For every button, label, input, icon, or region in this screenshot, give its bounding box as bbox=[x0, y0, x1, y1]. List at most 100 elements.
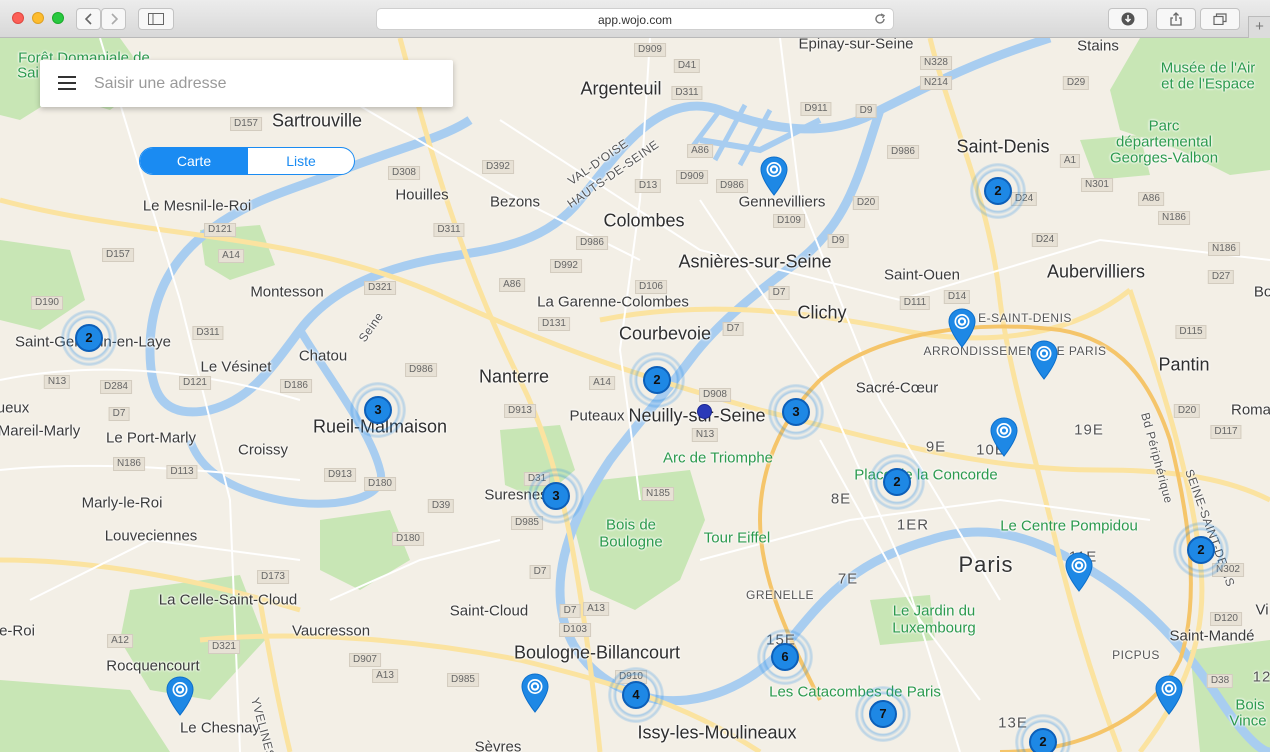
road-shield: D986 bbox=[405, 363, 437, 377]
road-shield: N13 bbox=[43, 375, 71, 389]
map-label: Croissy bbox=[237, 441, 289, 459]
new-tab-button[interactable]: + bbox=[1248, 16, 1270, 38]
marker-cluster[interactable]: 2 bbox=[1173, 522, 1229, 578]
map-label: La Celle-Saint-Cloud bbox=[158, 591, 298, 609]
road-shield: D121 bbox=[204, 223, 236, 237]
marker-cluster[interactable]: 3 bbox=[350, 382, 406, 438]
cluster-count: 2 bbox=[984, 177, 1012, 205]
downloads-button[interactable] bbox=[1108, 8, 1148, 30]
road-shield: A86 bbox=[687, 144, 713, 158]
marker-cluster[interactable]: 4 bbox=[608, 667, 664, 723]
road-shield: D311 bbox=[433, 223, 465, 237]
road-shield: D7 bbox=[559, 604, 581, 618]
map-label: départemental bbox=[1116, 133, 1212, 151]
marker-cluster[interactable]: 3 bbox=[528, 468, 584, 524]
marker-cluster[interactable]: 3 bbox=[768, 384, 824, 440]
browser-toolbar: app.wojo.com + bbox=[0, 0, 1270, 38]
road-shield: N185 bbox=[642, 487, 674, 501]
road-shield: D131 bbox=[538, 317, 570, 331]
address-bar[interactable]: app.wojo.com bbox=[376, 8, 894, 30]
map-label: Les Catacombes de Paris bbox=[769, 683, 941, 701]
road-shield: D111 bbox=[899, 296, 931, 310]
close-window-button[interactable] bbox=[12, 12, 24, 24]
location-pin-icon[interactable] bbox=[990, 417, 1018, 457]
map-label: PICPUS bbox=[1112, 648, 1160, 662]
location-pin-icon[interactable] bbox=[948, 308, 976, 348]
road-shield: N186 bbox=[113, 457, 145, 471]
location-pin-icon[interactable] bbox=[760, 156, 788, 196]
map-label: Parc bbox=[1148, 117, 1180, 135]
map-label: Boulogne-Billancourt bbox=[513, 642, 681, 663]
cluster-count: 3 bbox=[782, 398, 810, 426]
location-pin-icon[interactable] bbox=[1030, 340, 1058, 380]
location-pin-icon[interactable] bbox=[166, 676, 194, 716]
marker-cluster[interactable]: 6 bbox=[757, 629, 813, 685]
location-pin-icon[interactable] bbox=[1065, 552, 1093, 592]
map-label: Epinay-sur-Seine bbox=[798, 38, 914, 53]
map-label: Sartrouville bbox=[271, 110, 363, 131]
marker-cluster[interactable]: 2 bbox=[869, 454, 925, 510]
tab-list-view[interactable]: Liste bbox=[247, 148, 354, 174]
map-label: Le Centre Pompidou bbox=[1000, 517, 1138, 535]
road-shield: D157 bbox=[102, 248, 134, 262]
reload-icon[interactable] bbox=[873, 12, 887, 26]
map-label: 1ER bbox=[896, 516, 930, 534]
tab-map-view[interactable]: Carte bbox=[140, 148, 248, 174]
map-label: et de l'Espace bbox=[1161, 75, 1255, 93]
map-label: ueux bbox=[0, 399, 30, 417]
road-shield: D20 bbox=[852, 196, 880, 210]
road-shield: A14 bbox=[218, 249, 244, 263]
road-shield: D38 bbox=[1206, 674, 1234, 688]
map-canvas[interactable]: Forêt Domaniale de Sai Sartrouville Argente… bbox=[0, 38, 1270, 752]
map-label: Issy-les-Moulineaux bbox=[637, 722, 797, 743]
minimize-window-button[interactable] bbox=[32, 12, 44, 24]
sidebar-button[interactable] bbox=[138, 8, 174, 30]
map-label: Gennevilliers bbox=[738, 193, 826, 211]
map-label: Vaucresson bbox=[291, 622, 371, 640]
map-label: 9E bbox=[925, 438, 947, 456]
forward-button[interactable] bbox=[101, 8, 126, 30]
map-label: Le Vésinet bbox=[200, 358, 272, 376]
tabs-overview-button[interactable] bbox=[1200, 8, 1240, 30]
hamburger-menu-icon[interactable] bbox=[58, 74, 78, 92]
road-shield: N13 bbox=[691, 428, 719, 442]
map-label: Le Chesnay bbox=[179, 719, 261, 737]
view-toggle: Carte Liste bbox=[139, 147, 355, 175]
road-shield: D7 bbox=[768, 286, 790, 300]
road-shield: D24 bbox=[1031, 233, 1059, 247]
chevron-right-icon bbox=[110, 13, 118, 25]
cluster-count: 3 bbox=[364, 396, 392, 424]
map-label: Saint-Ouen bbox=[884, 266, 960, 284]
road-shield: D908 bbox=[699, 388, 731, 402]
cluster-count: 2 bbox=[1029, 728, 1057, 752]
map-label: Luxembourg bbox=[892, 619, 976, 637]
marker-cluster[interactable]: 7 bbox=[855, 686, 911, 742]
road-shield: D103 bbox=[559, 623, 591, 637]
map-label: Bois de bbox=[605, 516, 657, 534]
back-button[interactable] bbox=[76, 8, 101, 30]
road-shield: D14 bbox=[943, 290, 971, 304]
cluster-count: 3 bbox=[542, 482, 570, 510]
road-shield: D308 bbox=[388, 166, 420, 180]
marker-cluster[interactable]: 2 bbox=[629, 352, 685, 408]
address-search-input[interactable] bbox=[94, 70, 434, 98]
road-shield: A13 bbox=[583, 602, 609, 616]
marker-cluster[interactable]: 2 bbox=[970, 163, 1026, 219]
share-button[interactable] bbox=[1156, 8, 1196, 30]
map-label: Rocquencourt bbox=[106, 657, 200, 675]
road-shield: D986 bbox=[716, 179, 748, 193]
road-shield: D7 bbox=[529, 565, 551, 579]
map-label: Boulogne bbox=[599, 533, 663, 551]
road-shield: D7 bbox=[108, 407, 130, 421]
maximize-window-button[interactable] bbox=[52, 12, 64, 24]
location-pin-icon[interactable] bbox=[1155, 675, 1183, 715]
map-label: 7E bbox=[837, 570, 859, 588]
marker-cluster[interactable]: 2 bbox=[61, 310, 117, 366]
cluster-count: 4 bbox=[622, 681, 650, 709]
chevron-left-icon bbox=[84, 13, 92, 25]
map-label: Houilles bbox=[395, 186, 449, 204]
location-pin-icon[interactable] bbox=[521, 673, 549, 713]
road-shield: A14 bbox=[589, 376, 615, 390]
road-shield: D284 bbox=[100, 380, 132, 394]
road-shield: D117 bbox=[1210, 425, 1242, 439]
